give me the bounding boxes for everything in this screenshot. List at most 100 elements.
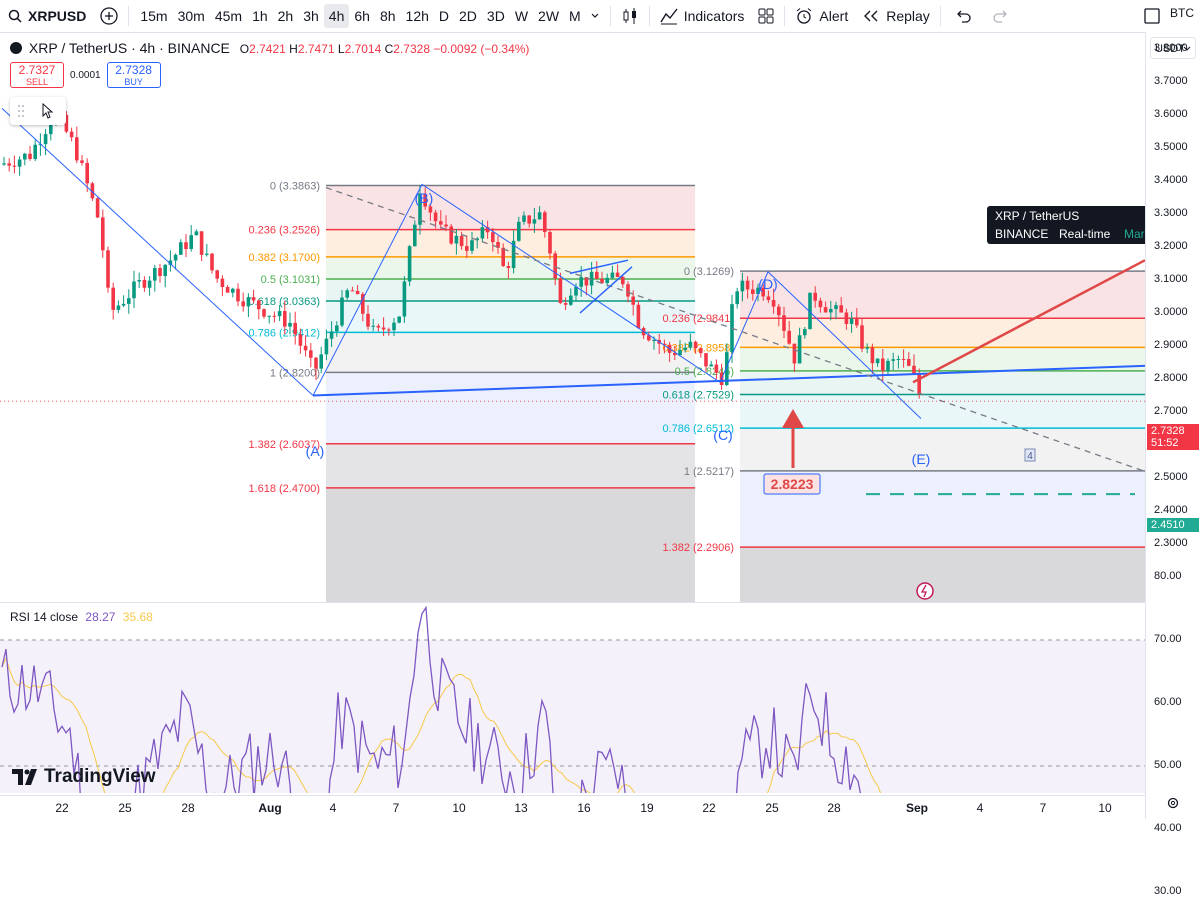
price-chart-pane[interactable]: 0 (3.3863) 0.236 (3.2526) 0.382 (3.1700) 0.…	[0, 32, 1145, 602]
candle-body	[688, 341, 693, 348]
candle-body	[205, 253, 209, 255]
timeframe-8h[interactable]: 8h	[375, 4, 401, 28]
legend-title[interactable]: XRP / TetherUS · 4h · BINANCE	[29, 40, 230, 56]
time-label: 7	[392, 801, 400, 815]
candle-body	[709, 364, 713, 367]
fib-left-level-label: 0.786 (2.9412)	[248, 327, 320, 339]
candle-body	[803, 329, 807, 336]
candle-body	[605, 277, 609, 284]
time-label: Aug	[258, 801, 282, 815]
rsi-label[interactable]: RSI 14 close	[10, 610, 78, 624]
indicators-label: Indicators	[683, 8, 745, 24]
candle-body	[621, 277, 625, 285]
timeframe-2W[interactable]: 2W	[533, 4, 564, 28]
timeframe-list: 15m 30m 45m 1h 2h 3h 4h 6h 8h 12h D 2D 3D W 2W M	[135, 4, 585, 28]
timeframe-30m[interactable]: 30m	[173, 4, 210, 28]
candle-body	[147, 280, 152, 288]
timeframe-45m[interactable]: 45m	[210, 4, 247, 28]
candle-body	[740, 280, 745, 292]
fib-left-zone	[326, 185, 695, 230]
fib-left-level-label: 0.382 (3.1700)	[248, 252, 320, 264]
timeframe-dropdown[interactable]	[586, 0, 604, 32]
candle-body	[563, 303, 568, 305]
candle-body	[865, 347, 869, 349]
undo-button[interactable]	[951, 0, 975, 32]
candle-body	[610, 272, 615, 278]
timeframe-15m[interactable]: 15m	[135, 4, 172, 28]
candle-body	[158, 267, 162, 277]
undo-icon	[956, 10, 971, 23]
candle-body	[49, 124, 53, 135]
candle-body	[127, 298, 131, 304]
time-axis[interactable]: 22 25 28 Aug 4 7 10 13 16 19 22 25 28 Sep 4 7 10	[0, 795, 1145, 820]
candle-body	[777, 306, 781, 316]
timeframe-12h[interactable]: 12h	[401, 4, 434, 28]
wave-label: (A)	[306, 443, 325, 459]
candle-body	[813, 292, 817, 301]
candle-body	[335, 325, 339, 332]
candle-body	[413, 224, 417, 247]
chart-type-button[interactable]	[617, 0, 643, 32]
timeframe-2D[interactable]: 2D	[454, 4, 482, 28]
axis-settings-button[interactable]	[1166, 796, 1180, 815]
candle-body	[782, 315, 786, 331]
layouts-button[interactable]	[754, 0, 778, 32]
price-label: 3.1000	[1154, 273, 1188, 285]
candle-body	[444, 224, 448, 227]
alert-button[interactable]: Alert	[791, 0, 852, 32]
timeframe-M[interactable]: M	[564, 4, 586, 28]
redo-button[interactable]	[989, 0, 1013, 32]
candle-body	[751, 289, 755, 295]
price-axis[interactable]: USDT 3.8000 3.7000 3.6000 3.5000 3.4000 3.300…	[1145, 32, 1200, 897]
price-label: 3.7000	[1154, 75, 1188, 87]
candle-body	[376, 325, 381, 328]
timeframe-W[interactable]: W	[510, 4, 533, 28]
redo-icon	[993, 10, 1007, 23]
replay-button[interactable]: Replay	[858, 0, 934, 32]
price-label: 3.2000	[1154, 240, 1188, 252]
drag-handle-icon[interactable]	[16, 104, 26, 118]
candle-body	[179, 242, 183, 255]
timeframe-2h[interactable]: 2h	[273, 4, 299, 28]
timeframe-3D[interactable]: 3D	[482, 4, 510, 28]
candle-body	[699, 348, 703, 354]
symbol-search[interactable]: XRPUSD	[0, 0, 90, 32]
price-chart[interactable]: 0 (3.3863) 0.236 (3.2526) 0.382 (3.1700) 0.…	[0, 32, 1145, 602]
rsi-pane[interactable]	[0, 603, 1145, 793]
candle-body	[241, 301, 245, 307]
rsi-axis-label: 40.00	[1154, 822, 1182, 834]
high-value: 2.7471	[297, 42, 335, 56]
candle-body	[517, 221, 521, 241]
fib-left-level-label: 1 (2.8200)	[270, 367, 320, 379]
candle-body	[251, 297, 256, 301]
fullscreen-button[interactable]	[1140, 0, 1164, 32]
candle-body	[886, 360, 890, 371]
timeframe-D[interactable]: D	[434, 4, 454, 28]
drawing-toolbar[interactable]	[10, 97, 66, 125]
candle-body	[771, 300, 776, 307]
rsi-axis-label: 70.00	[1154, 633, 1182, 645]
candle-body	[7, 163, 11, 166]
candle-body	[896, 358, 901, 360]
sell-button[interactable]: 2.7327 SELL	[10, 62, 64, 88]
candle-body	[402, 281, 407, 317]
compare-symbol[interactable]: BTC	[1170, 6, 1194, 20]
rsi-chart[interactable]	[0, 603, 1145, 793]
timeframe-3h[interactable]: 3h	[298, 4, 324, 28]
add-symbol-button[interactable]	[96, 0, 122, 32]
time-label: 25	[118, 801, 132, 815]
candle-body	[298, 334, 303, 346]
candle-body	[652, 339, 656, 341]
indicators-icon	[660, 8, 678, 25]
wave-marker-label: 4	[1027, 451, 1033, 462]
cursor-icon[interactable]	[42, 103, 54, 119]
timeframe-4h[interactable]: 4h	[323, 4, 350, 28]
indicators-button[interactable]: Indicators	[656, 0, 749, 32]
timeframe-6h[interactable]: 6h	[349, 4, 375, 28]
candle-body	[277, 311, 282, 317]
candle-body	[849, 318, 854, 324]
buy-button[interactable]: 2.7328 BUY	[106, 62, 161, 88]
candle-body	[288, 322, 292, 327]
fib-left-zone	[326, 487, 695, 602]
timeframe-1h[interactable]: 1h	[247, 4, 273, 28]
